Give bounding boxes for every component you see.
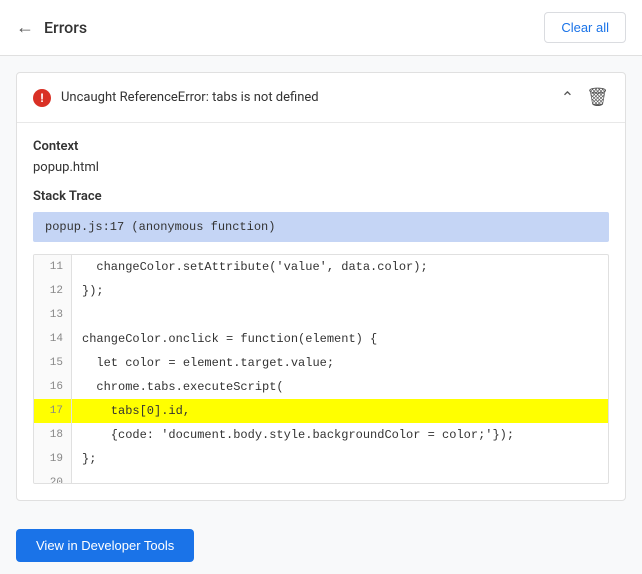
line-number: 16 (34, 375, 72, 399)
line-content: tabs[0].id, (72, 399, 200, 423)
clear-all-button[interactable]: Clear all (544, 12, 626, 43)
error-header-right: ⌃ 🗑 (561, 87, 609, 108)
view-tools-button[interactable]: View in Developer Tools (16, 529, 194, 562)
code-line: 14changeColor.onclick = function(element… (34, 327, 608, 351)
line-content: changeColor.setAttribute('value', data.c… (72, 255, 438, 279)
error-icon: ! (33, 89, 51, 107)
error-header-left: ! Uncaught ReferenceError: tabs is not d… (33, 89, 319, 107)
line-content (72, 303, 92, 327)
line-number: 20 (34, 471, 72, 484)
line-number: 17 (34, 399, 72, 423)
line-number: 13 (34, 303, 72, 327)
code-line: 18 {code: 'document.body.style.backgroun… (34, 423, 608, 447)
line-number: 11 (34, 255, 72, 279)
code-line: 11 changeColor.setAttribute('value', dat… (34, 255, 608, 279)
line-number: 18 (34, 423, 72, 447)
line-content: let color = element.target.value; (72, 351, 344, 375)
code-line: 15 let color = element.target.value; (34, 351, 608, 375)
code-line: 20 (34, 471, 608, 484)
page-title: Errors (44, 18, 87, 37)
line-number: 12 (34, 279, 72, 303)
error-card: ! Uncaught ReferenceError: tabs is not d… (16, 72, 626, 501)
line-content: chrome.tabs.executeScript( (72, 375, 294, 399)
context-label: Context (33, 139, 609, 154)
footer: View in Developer Tools (0, 517, 642, 574)
code-line: 12}); (34, 279, 608, 303)
code-line: 17 tabs[0].id, (34, 399, 608, 423)
header: ← Errors Clear all (0, 0, 642, 56)
line-number: 19 (34, 447, 72, 471)
line-content: }; (72, 447, 106, 471)
code-block[interactable]: 11 changeColor.setAttribute('value', dat… (33, 254, 609, 484)
line-content (72, 471, 92, 484)
stack-trace-label: Stack Trace (33, 189, 609, 204)
line-content: changeColor.onclick = function(element) … (72, 327, 387, 351)
collapse-icon[interactable]: ⌃ (561, 88, 574, 107)
code-line: 13 (34, 303, 608, 327)
line-number: 14 (34, 327, 72, 351)
error-body: Context popup.html Stack Trace popup.js:… (17, 123, 625, 484)
line-number: 15 (34, 351, 72, 375)
stack-trace-entry: popup.js:17 (anonymous function) (33, 212, 609, 242)
context-value: popup.html (33, 160, 609, 175)
code-line: 19}; (34, 447, 608, 471)
code-line: 16 chrome.tabs.executeScript( (34, 375, 608, 399)
error-header: ! Uncaught ReferenceError: tabs is not d… (17, 73, 625, 123)
header-left: ← Errors (16, 18, 87, 37)
delete-icon[interactable]: 🗑 (586, 87, 609, 108)
error-message: Uncaught ReferenceError: tabs is not def… (61, 90, 319, 105)
main-content: ! Uncaught ReferenceError: tabs is not d… (0, 56, 642, 517)
line-content: }); (72, 279, 114, 303)
back-button[interactable]: ← (16, 19, 34, 37)
line-content: {code: 'document.body.style.backgroundCo… (72, 423, 524, 447)
